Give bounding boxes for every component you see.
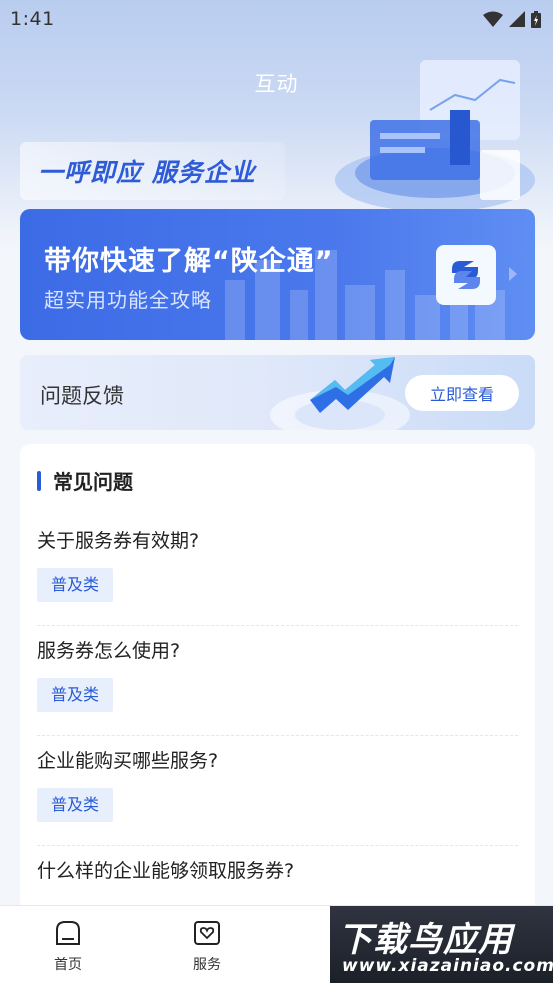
status-bar: 1:41 [0,0,553,38]
faq-section: 常见问题 关于服务券有效期? 普及类 服务券怎么使用? 普及类 企业能购买哪些服… [20,444,535,924]
heart-icon [194,921,220,945]
guide-title: 带你快速了解“陕企通” [44,246,334,277]
battery-icon [531,10,541,28]
tab-home[interactable]: 首页 [38,918,98,974]
guide-banner[interactable]: 带你快速了解“陕企通” 超实用功能全攻略 [20,209,535,340]
faq-item[interactable]: 关于服务券有效期? 普及类 [37,516,518,626]
watermark-main-text: 下载鸟应用 [338,920,513,960]
status-icons [483,10,541,28]
faq-item[interactable]: 服务券怎么使用? 普及类 [37,626,518,736]
faq-question: 企业能购买哪些服务? [37,750,219,772]
watermark-url-text: www.xiazainiao.com [342,956,553,976]
faq-question: 什么样的企业能够领取服务券? [37,860,295,882]
hero-illustration [335,60,535,212]
signal-icon [509,11,525,27]
heading-accent-bar [37,470,41,491]
faq-question: 服务券怎么使用? [37,640,181,662]
faq-category-tag: 普及类 [37,568,114,602]
app-logo-icon [436,245,496,305]
wifi-icon [483,11,503,27]
faq-heading: 常见问题 [37,466,133,495]
faq-question: 关于服务券有效期? [37,530,200,552]
status-time: 1:41 [10,8,55,30]
view-now-button[interactable]: 立即查看 [405,375,519,411]
home-icon [56,921,80,945]
tab-service-label: 服务 [193,957,221,973]
chevron-right-icon [509,267,517,281]
faq-item[interactable]: 企业能购买哪些服务? 普及类 [37,736,518,846]
guide-subtitle: 超实用功能全攻略 [44,288,212,312]
hero-slogan: 一呼即应 服务企业 [20,142,285,200]
faq-list: 关于服务券有效期? 普及类 服务券怎么使用? 普及类 企业能购买哪些服务? 普及… [37,516,518,924]
faq-category-tag: 普及类 [37,788,114,822]
faq-category-tag: 普及类 [37,678,114,712]
faq-heading-text: 常见问题 [53,470,133,494]
tab-service[interactable]: 服务 [177,918,237,974]
feedback-title: 问题反馈 [40,384,124,408]
feedback-banner[interactable]: 问题反馈 立即查看 [20,355,535,430]
tab-home-label: 首页 [54,957,82,973]
watermark-overlay: 下载鸟应用 www.xiazainiao.com [330,906,553,983]
